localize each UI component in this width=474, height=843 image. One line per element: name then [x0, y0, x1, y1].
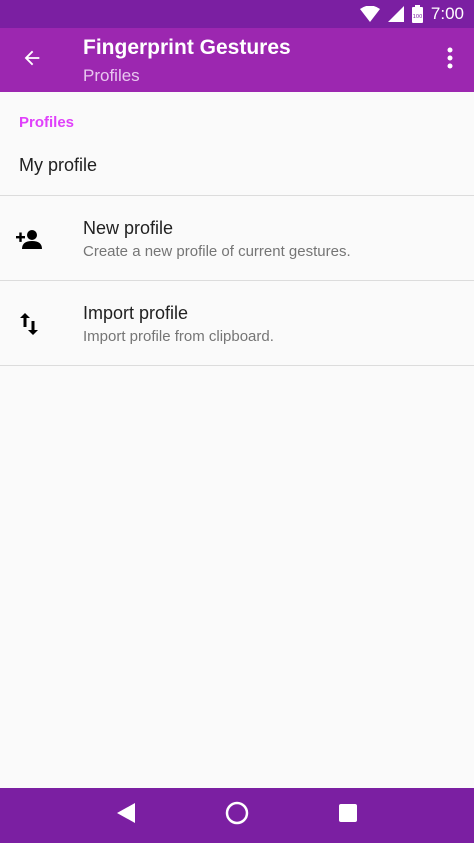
new-profile-title: New profile [83, 218, 174, 238]
navigation-bar [0, 788, 474, 843]
new-profile-item[interactable]: New profile Create a new profile of curr… [0, 196, 474, 281]
person-add-icon [16, 226, 42, 252]
recents-nav-icon [339, 804, 358, 827]
more-vert-icon [447, 47, 453, 74]
page-title: Fingerprint Gestures [83, 36, 291, 59]
home-nav-icon [225, 801, 249, 830]
signal-icon [387, 6, 404, 22]
back-nav-icon [116, 803, 135, 828]
import-profile-item[interactable]: Import profile Import profile from clipb… [0, 281, 474, 366]
page-subtitle: Profiles [83, 66, 140, 85]
app-bar: Fingerprint Gestures Profiles [0, 28, 474, 92]
arrow-back-icon [21, 47, 43, 74]
status-time: 7:00 [430, 4, 464, 23]
battery-level-text: 100 [413, 14, 423, 20]
battery-icon: 100 [411, 5, 423, 23]
new-profile-summary: Create a new profile of current gestures… [83, 243, 351, 260]
status-bar: 100 7:00 [0, 0, 474, 28]
nav-back-button[interactable] [106, 796, 146, 836]
nav-home-button[interactable] [217, 796, 257, 836]
back-button[interactable] [16, 44, 48, 76]
wifi-icon [359, 6, 380, 22]
import-profile-summary: Import profile from clipboard. [83, 328, 274, 345]
import-export-icon [16, 311, 42, 337]
preference-list: Profiles My profile New profile Create a… [0, 92, 474, 366]
overflow-menu-button[interactable] [438, 44, 462, 76]
nav-recents-button[interactable] [328, 796, 368, 836]
category-header: Profiles [19, 114, 75, 131]
import-profile-title: Import profile [83, 303, 189, 323]
current-profile-item[interactable]: My profile [0, 136, 474, 196]
